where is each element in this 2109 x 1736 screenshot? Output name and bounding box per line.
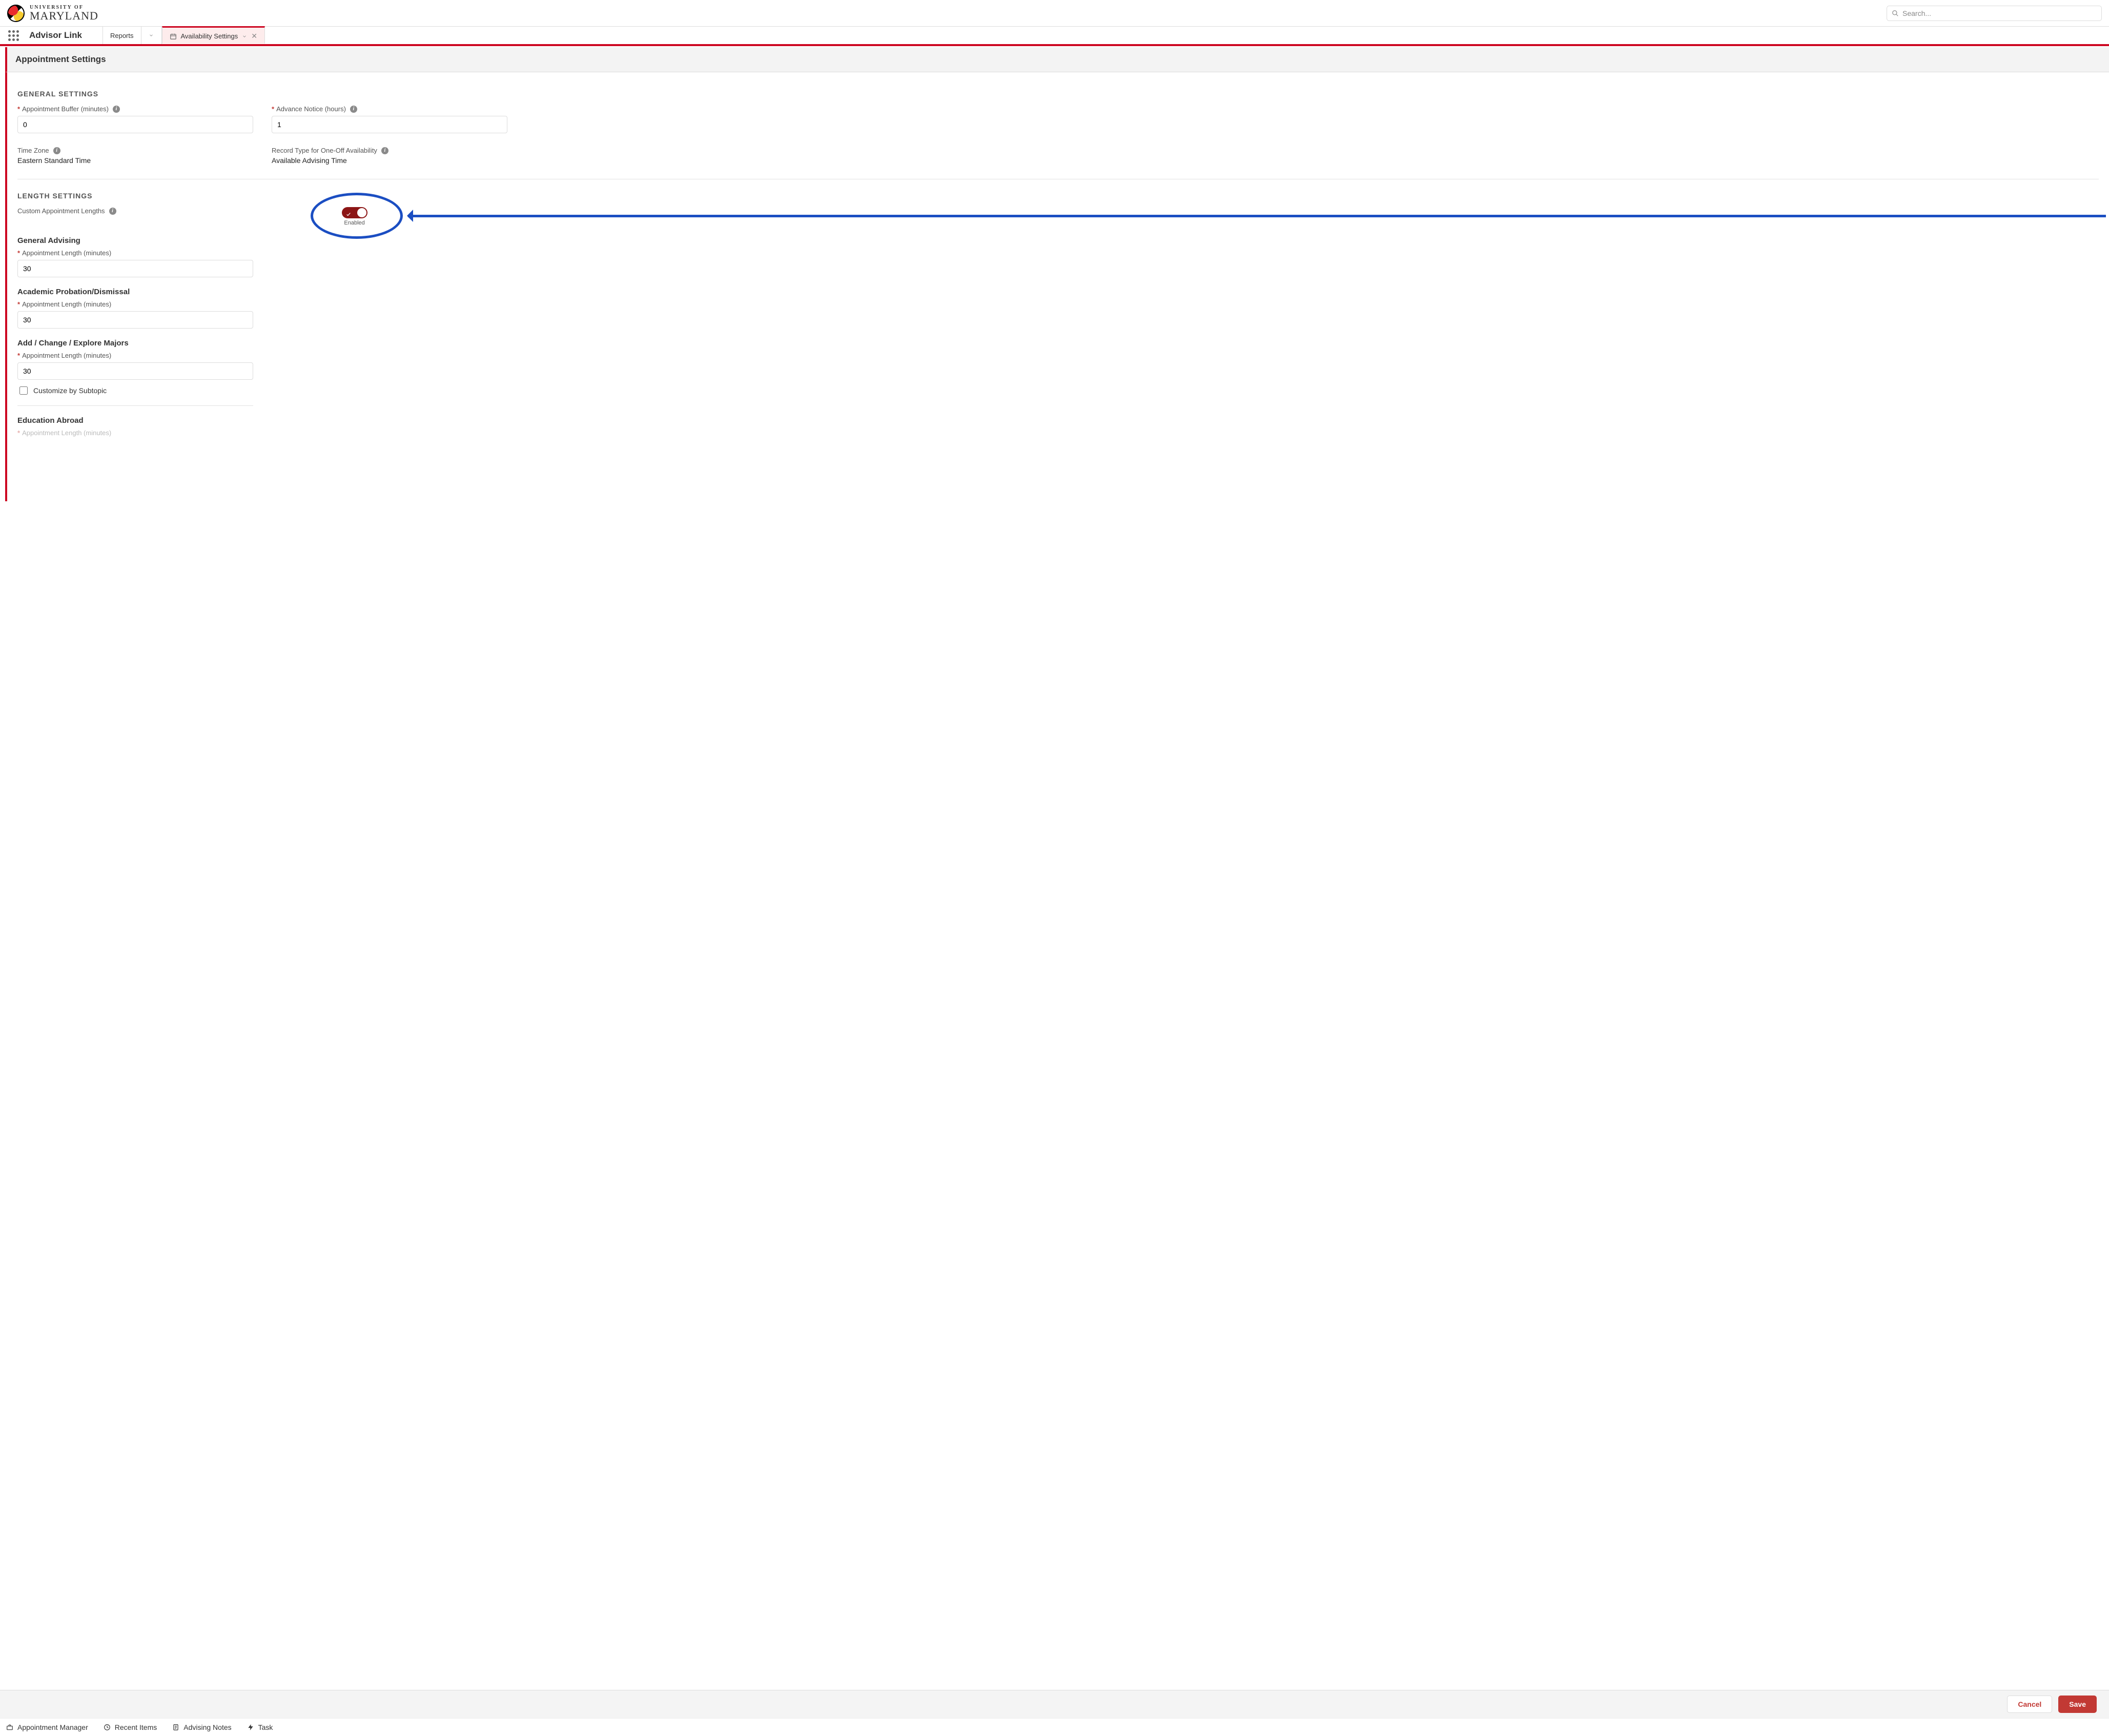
label-appointment-length: Appointment Length (minutes) [22, 249, 111, 257]
required-asterisk: * [17, 105, 20, 113]
page-title: Appointment Settings [5, 47, 2109, 72]
content-area: GENERAL SETTINGS * Appointment Buffer (m… [5, 72, 2109, 501]
length-group-add-change-majors: Add / Change / Explore Majors * Appointm… [17, 339, 253, 406]
required-asterisk: * [17, 352, 20, 359]
tab-reports-dropdown[interactable] [141, 27, 162, 44]
required-asterisk: * [17, 300, 20, 308]
util-advising-notes[interactable]: Advising Notes [172, 1723, 231, 1731]
brand-block: UNIVERSITY OF MARYLAND [7, 5, 98, 22]
input-appointment-buffer[interactable] [17, 116, 253, 133]
cancel-button[interactable]: Cancel [2007, 1696, 2052, 1713]
chevron-down-icon [149, 33, 154, 38]
section-general-settings: GENERAL SETTINGS [17, 90, 2099, 98]
toggle-state-label: Enabled [344, 220, 364, 226]
toggle-custom-lengths-wrap: Enabled [342, 207, 367, 226]
save-button[interactable]: Save [2058, 1696, 2097, 1713]
tab-availability-settings[interactable]: Availability Settings ✕ [162, 26, 265, 44]
toggle-custom-lengths[interactable] [342, 207, 367, 218]
label-advance-notice: Advance Notice (hours) [276, 105, 346, 113]
checkbox-customize-subtopic-input[interactable] [19, 386, 28, 395]
length-group-general-advising: General Advising * Appointment Length (m… [17, 236, 253, 277]
label-custom-lengths: Custom Appointment Lengths [17, 207, 105, 215]
footer-button-bar: Cancel Save [0, 1690, 2109, 1718]
input-advance-notice[interactable] [272, 116, 507, 133]
required-asterisk: * [17, 429, 20, 437]
util-label: Recent Items [115, 1723, 157, 1731]
field-timezone: Time Zone i Eastern Standard Time [17, 147, 253, 165]
search-wrapper [1887, 6, 2102, 21]
calendar-icon [170, 33, 177, 40]
label-timezone: Time Zone [17, 147, 49, 154]
top-bar: UNIVERSITY OF MARYLAND [0, 0, 2109, 27]
label-appointment-length: Appointment Length (minutes) [22, 300, 111, 308]
util-label: Task [258, 1723, 273, 1731]
label-appointment-buffer: Appointment Buffer (minutes) [22, 105, 109, 113]
tab-reports-label: Reports [110, 32, 134, 39]
label-record-type: Record Type for One-Off Availability [272, 147, 377, 154]
tab-availability-label: Availability Settings [181, 32, 238, 40]
close-tab-icon[interactable]: ✕ [251, 32, 257, 40]
util-appointment-manager[interactable]: Appointment Manager [6, 1723, 88, 1731]
brand-text: UNIVERSITY OF MARYLAND [30, 5, 98, 22]
umd-logo [7, 5, 25, 22]
brand-main: MARYLAND [30, 10, 98, 22]
tab-reports[interactable]: Reports [103, 27, 141, 44]
label-customize-subtopic: Customize by Subtopic [33, 386, 107, 395]
utility-bar: Appointment Manager Recent Items Advisin… [0, 1718, 2109, 1736]
group-title: Add / Change / Explore Majors [17, 339, 253, 348]
input-length-general-advising[interactable] [17, 260, 253, 277]
search-input[interactable] [1887, 6, 2102, 21]
length-group-academic-probation: Academic Probation/Dismissal * Appointme… [17, 288, 253, 329]
toggle-knob [357, 208, 366, 217]
util-label: Appointment Manager [17, 1723, 88, 1731]
bolt-icon [247, 1724, 254, 1731]
info-icon[interactable]: i [109, 208, 116, 215]
value-timezone: Eastern Standard Time [17, 156, 253, 165]
input-length-add-change-majors[interactable] [17, 362, 253, 380]
nav-bar: Advisor Link Reports Availability Settin… [0, 27, 2109, 46]
util-label: Advising Notes [183, 1723, 231, 1731]
required-asterisk: * [17, 249, 20, 257]
input-length-academic-probation[interactable] [17, 311, 253, 329]
chevron-down-icon [242, 34, 247, 39]
info-icon[interactable]: i [350, 106, 357, 113]
info-icon[interactable]: i [113, 106, 120, 113]
section-length-settings: LENGTH SETTINGS [17, 192, 2099, 200]
util-recent-items[interactable]: Recent Items [104, 1723, 157, 1731]
clock-icon [104, 1724, 111, 1731]
field-advance-notice: * Advance Notice (hours) i [272, 105, 507, 133]
label-appointment-length: Appointment Length (minutes) [22, 429, 111, 437]
required-asterisk: * [272, 105, 274, 113]
group-title: Academic Probation/Dismissal [17, 288, 253, 296]
app-name: Advisor Link [27, 30, 103, 40]
checkbox-customize-subtopic[interactable]: Customize by Subtopic [17, 385, 253, 396]
group-title: General Advising [17, 236, 253, 245]
label-appointment-length: Appointment Length (minutes) [22, 352, 111, 359]
group-title: Education Abroad [17, 416, 253, 425]
notes-icon [172, 1724, 179, 1731]
app-launcher-icon[interactable] [0, 30, 27, 41]
search-icon [1892, 10, 1899, 17]
length-group-education-abroad: Education Abroad * Appointment Length (m… [17, 416, 253, 437]
util-task[interactable]: Task [247, 1723, 273, 1731]
check-icon [346, 210, 351, 215]
briefcase-icon [6, 1724, 13, 1731]
field-record-type: Record Type for One-Off Availability i A… [272, 147, 507, 165]
info-icon[interactable]: i [381, 147, 388, 154]
info-icon[interactable]: i [53, 147, 60, 154]
group-divider [17, 405, 253, 406]
field-appointment-buffer: * Appointment Buffer (minutes) i [17, 105, 253, 133]
value-record-type: Available Advising Time [272, 156, 507, 165]
